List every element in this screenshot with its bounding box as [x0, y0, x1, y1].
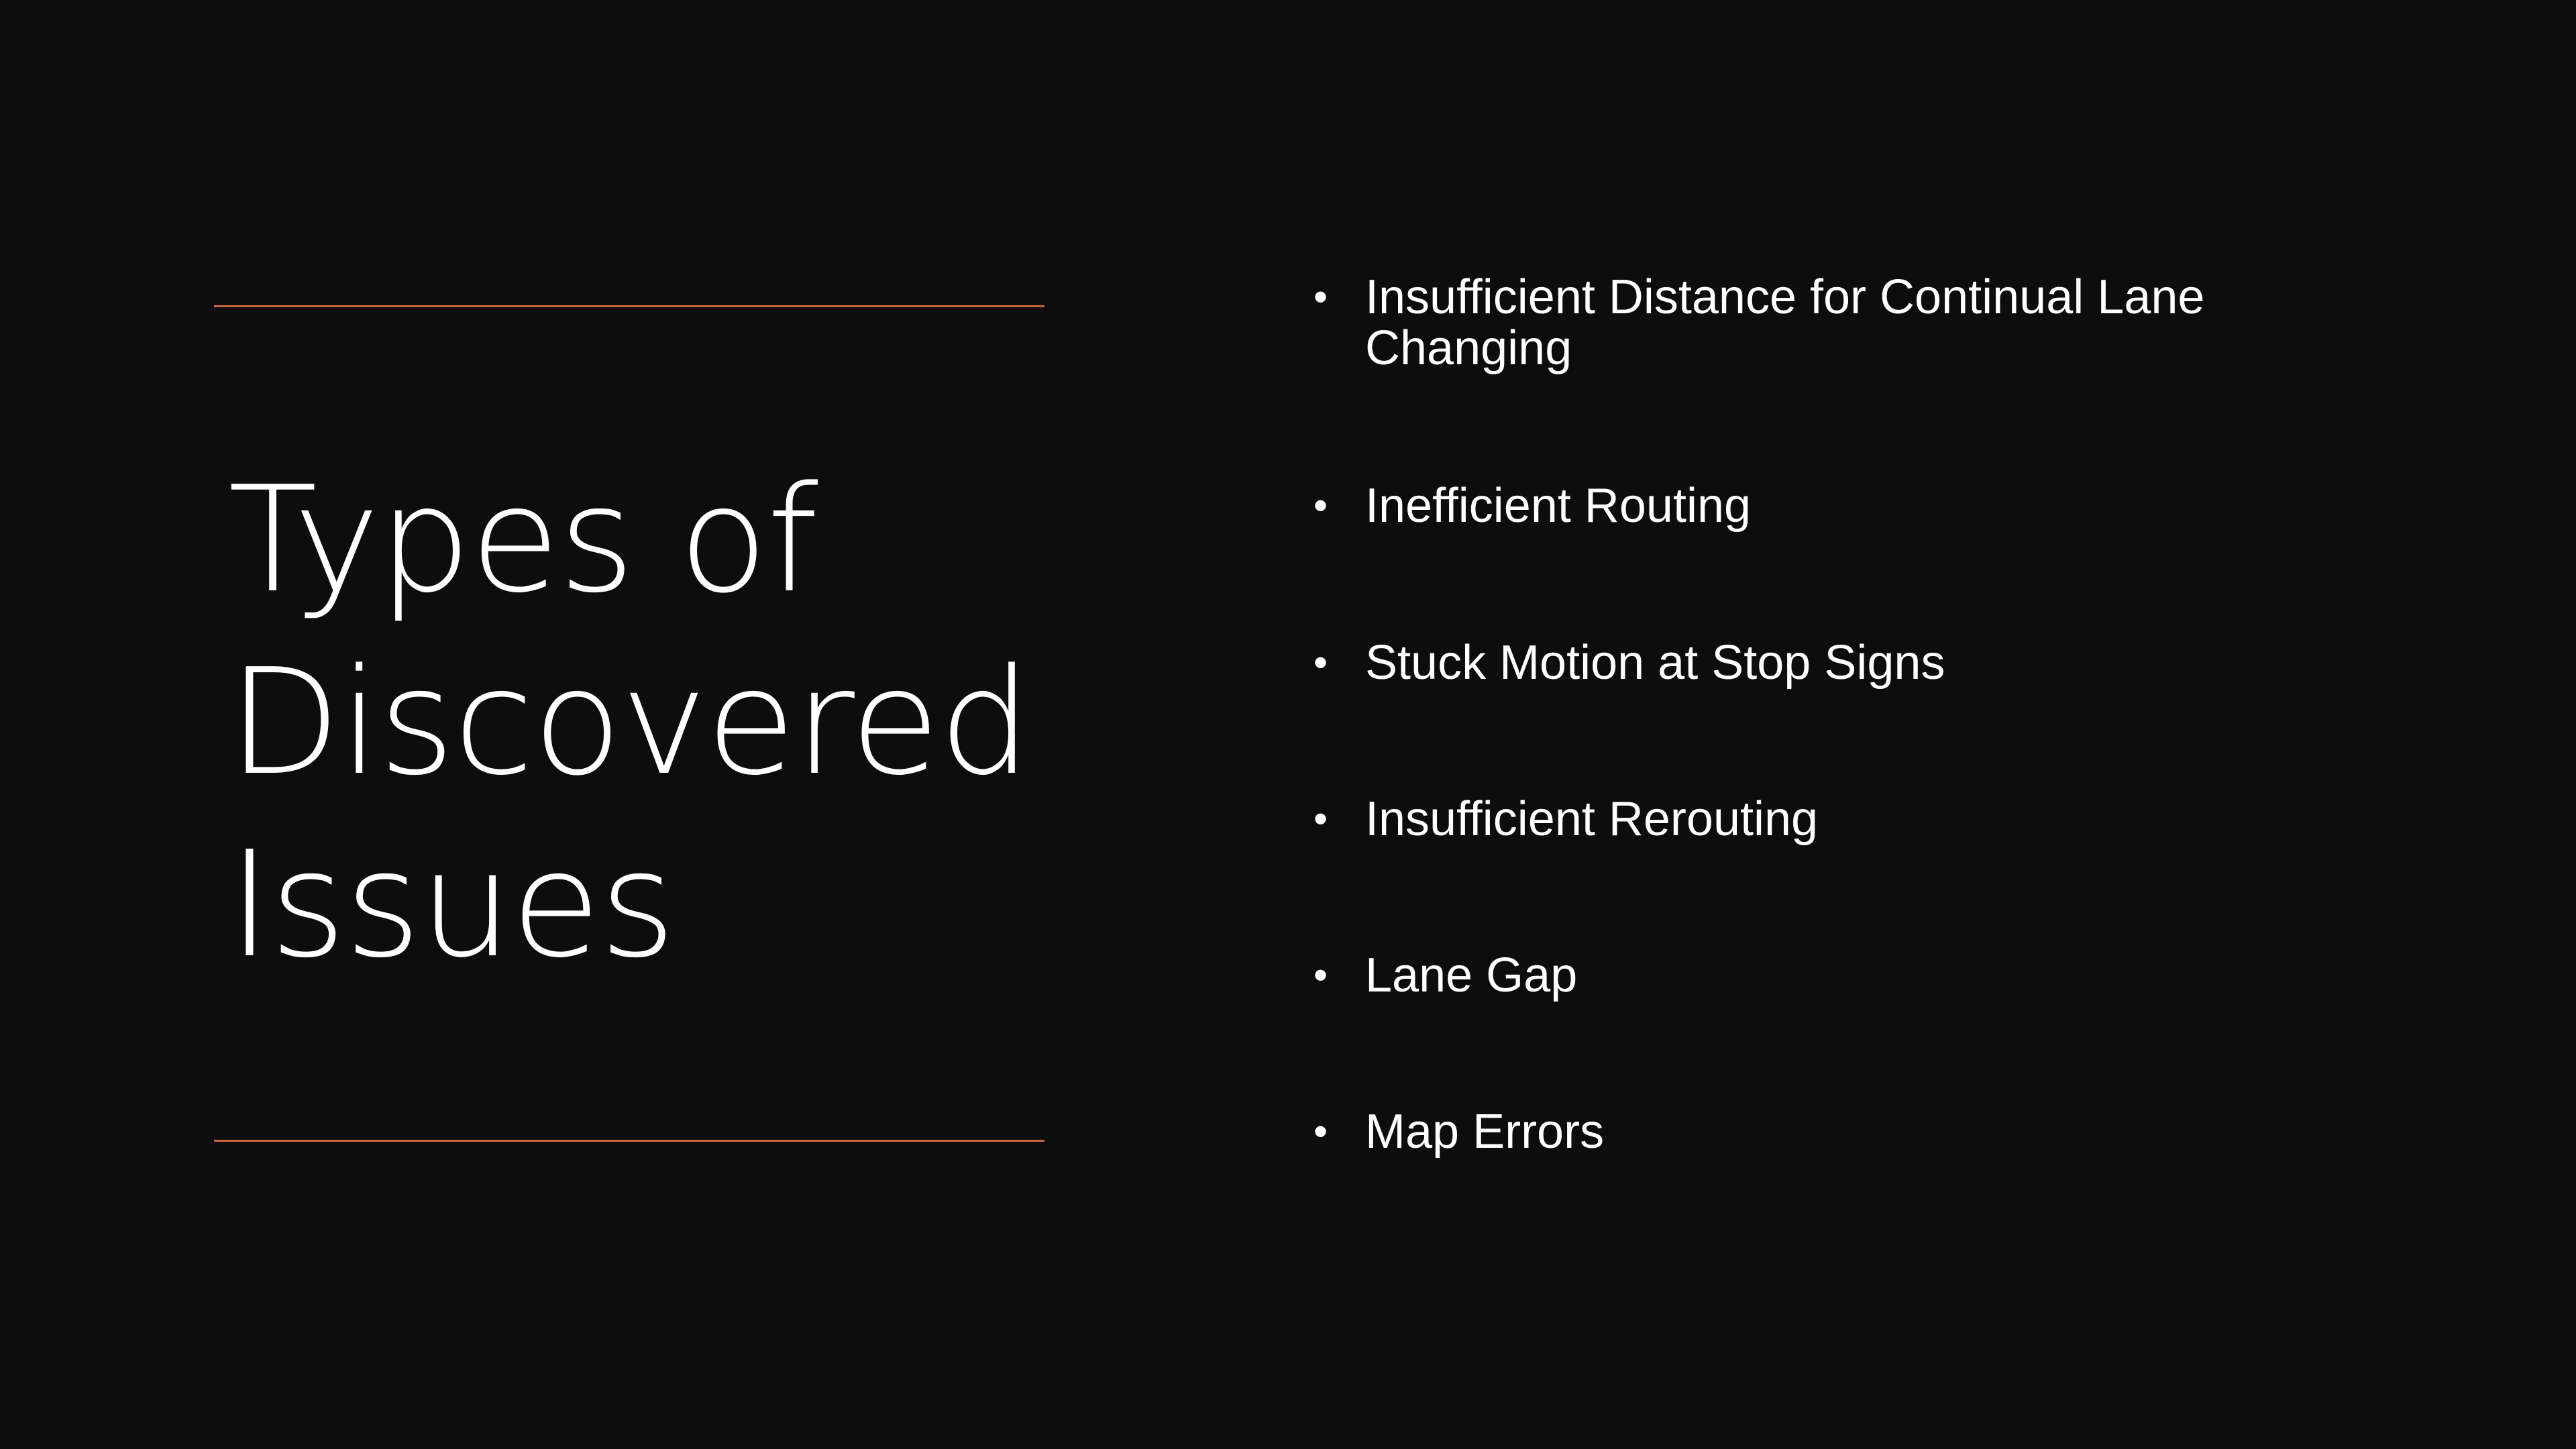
- title-line-3: Issues: [228, 820, 676, 990]
- bullet-text: Lane Gap: [1365, 949, 1578, 1002]
- bullet-dot-icon: •: [1313, 640, 1328, 685]
- title-line-1: Types of: [228, 455, 818, 625]
- bullet-item: • Map Errors: [1308, 1106, 2314, 1157]
- bullet-text: Inefficient Routing: [1365, 479, 1752, 533]
- bullet-item: • Insufficient Rerouting: [1308, 794, 2314, 845]
- bottom-accent-rule: [214, 1140, 1044, 1142]
- bullet-dot-icon: •: [1313, 1109, 1328, 1154]
- bullet-dot-icon: •: [1313, 953, 1328, 998]
- bullet-text: Insufficient Distance for Continual Lane…: [1365, 270, 2205, 375]
- title-line-2: Discovered: [228, 638, 1032, 808]
- bullet-dot-icon: •: [1313, 796, 1328, 841]
- slide-title: Types of Discovered Issues: [228, 449, 1067, 997]
- bullet-item: • Inefficient Routing: [1308, 480, 2314, 531]
- bullet-dot-icon: •: [1313, 483, 1328, 528]
- bullet-text: Stuck Motion at Stop Signs: [1365, 636, 1945, 690]
- bullet-text: Insufficient Rerouting: [1365, 792, 1819, 846]
- top-accent-rule: [214, 305, 1044, 307]
- bullet-item: • Insufficient Distance for Continual La…: [1308, 272, 2314, 374]
- bullet-item: • Lane Gap: [1308, 950, 2314, 1001]
- bullet-item: • Stuck Motion at Stop Signs: [1308, 637, 2314, 688]
- presentation-slide: Types of Discovered Issues • Insufficien…: [0, 0, 2576, 1449]
- bullet-dot-icon: •: [1313, 274, 1328, 319]
- bullet-text: Map Errors: [1365, 1105, 1605, 1159]
